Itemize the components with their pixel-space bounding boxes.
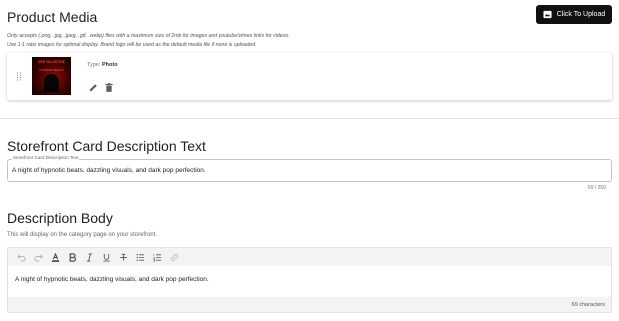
text-color-icon [51,252,60,262]
bulleted-list-button[interactable] [132,248,149,266]
character-count: 69 characters [571,301,605,308]
media-type-label: Type: [87,62,101,68]
rich-text-editor: A night of hypnotic beats, dazzling visu… [7,247,612,313]
thumbnail-silhouette [44,74,59,92]
link-icon [171,253,178,261]
thumbnail-title-text: DEE VALENTINE [38,60,65,64]
editor-toolbar [8,248,611,266]
italic-button[interactable] [81,248,98,266]
drag-handle-icon[interactable] [16,72,22,81]
media-hint-ratio: Use 1:1 ratio images for optimal display… [7,42,257,48]
editor-content[interactable]: A night of hypnotic beats, dazzling visu… [15,276,209,283]
section-divider [0,118,619,119]
italic-icon [86,252,93,262]
upload-button[interactable]: Click To Upload [536,5,612,24]
media-type: Type: Photo [87,62,118,68]
text-color-button[interactable] [47,248,64,266]
redo-icon [34,253,43,262]
redo-button[interactable] [30,248,47,266]
media-hint-formats: Only accepts (.png, .jpg, .jpeg, .gif, .… [7,33,290,39]
strikethrough-button[interactable] [115,248,132,266]
description-body-title: Description Body [7,210,113,226]
upload-button-label: Click To Upload [556,11,606,18]
product-media-title: Product Media [7,9,98,25]
bold-icon [69,252,77,262]
numbered-list-icon [153,253,162,262]
numbered-list-button[interactable] [149,248,166,266]
upload-image-icon [543,10,552,19]
media-item-card: DEE VALENTINE HYPNOTIC NIGHTS Type: Phot… [7,53,612,100]
underline-icon [103,253,110,262]
bold-button[interactable] [64,248,81,266]
underline-button[interactable] [98,248,115,266]
undo-icon [17,253,26,262]
media-thumbnail[interactable]: DEE VALENTINE HYPNOTIC NIGHTS [32,57,71,95]
edit-icon[interactable] [89,83,98,92]
description-body-subtitle: This will display on the category page o… [7,232,158,238]
storefront-field-label: Storefront Card Description Text [12,155,80,160]
undo-button[interactable] [13,248,30,266]
link-button[interactable] [166,248,183,266]
media-type-value: Photo [101,62,118,68]
storefront-char-counter: 69 / 250 [587,185,606,191]
delete-icon[interactable] [105,83,113,92]
storefront-field-value[interactable]: A night of hypnotic beats, dazzling visu… [12,167,206,174]
strikethrough-icon [120,253,127,261]
storefront-title: Storefront Card Description Text [7,138,206,154]
bulleted-list-icon [136,253,145,261]
thumbnail-subtitle-text: HYPNOTIC NIGHTS [39,69,64,72]
editor-footer: 69 characters [8,297,611,312]
